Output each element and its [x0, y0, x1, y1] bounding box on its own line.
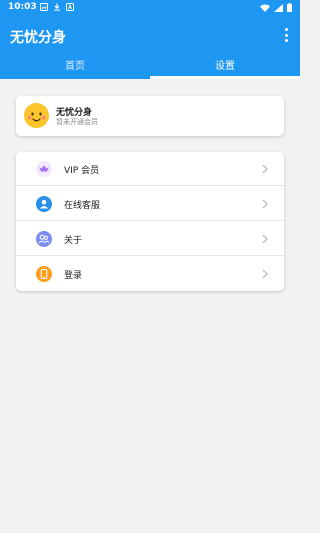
menu-item-login[interactable]: 登录: [16, 257, 284, 291]
about-icon: [36, 231, 52, 247]
login-icon: [36, 266, 52, 282]
profile-card[interactable]: 无忧分身 暂未开通会员: [16, 96, 284, 136]
chevron-right-icon: [260, 164, 270, 174]
menu-item-label: 关于: [64, 236, 83, 246]
menu-item-vip[interactable]: VIP 会员: [16, 152, 284, 186]
membership-status: 暂未开通会员: [56, 118, 98, 126]
battery-icon: [287, 3, 292, 12]
overflow-menu-icon[interactable]: [282, 28, 290, 42]
system-icons: [260, 3, 292, 12]
chevron-right-icon: [260, 199, 270, 209]
app-notification-icon: [66, 3, 74, 11]
app-bar: 10:03 无忧分身 首页 设置: [0, 0, 300, 79]
status-time: 10:03: [8, 2, 37, 12]
download-notification-icon: [54, 3, 60, 11]
menu-item-customer-service[interactable]: 在线客服: [16, 187, 284, 221]
wifi-icon: [260, 4, 270, 12]
customer-service-icon: [36, 196, 52, 212]
notification-icons: [40, 3, 74, 11]
vip-icon: [36, 161, 52, 177]
chevron-right-icon: [260, 269, 270, 279]
menu-item-label: 登录: [64, 271, 83, 281]
status-bar: 10:03: [0, 0, 300, 16]
tab-home[interactable]: 首页: [0, 58, 150, 79]
image-notification-icon: [40, 3, 48, 11]
active-tab-indicator: [150, 76, 300, 79]
app-title: 无忧分身: [10, 30, 66, 46]
avatar-smiley-icon: [24, 103, 49, 128]
menu-item-label: 在线客服: [64, 201, 101, 211]
signal-icon: [274, 3, 283, 12]
menu-item-label: VIP 会员: [64, 166, 100, 176]
settings-menu: VIP 会员 在线客服 关于 登录: [16, 152, 284, 291]
chevron-right-icon: [260, 234, 270, 244]
menu-item-about[interactable]: 关于: [16, 222, 284, 256]
